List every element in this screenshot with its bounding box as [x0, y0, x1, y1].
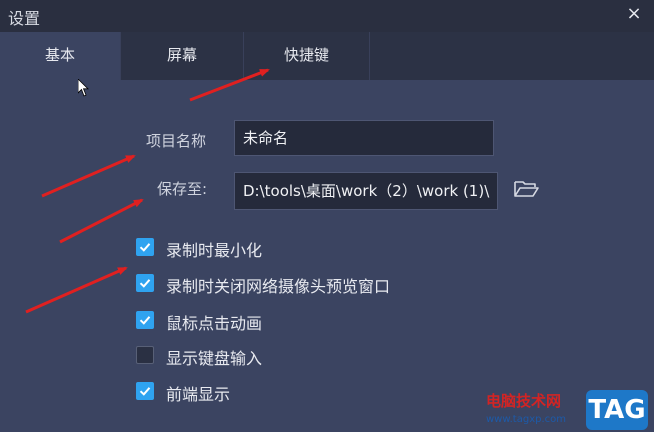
watermark-url: www.tagxp.com — [486, 414, 566, 425]
red-arrow — [41, 154, 136, 198]
red-arrow — [59, 198, 144, 244]
red-arrow — [189, 68, 270, 102]
watermark: 电脑技术网 www.tagxp.com TAG — [482, 388, 654, 432]
watermark-tag-logo: TAG — [586, 390, 648, 430]
annotation-arrows — [25, 68, 270, 314]
watermark-site-name: 电脑技术网 — [486, 392, 562, 410]
red-arrow — [25, 266, 128, 314]
